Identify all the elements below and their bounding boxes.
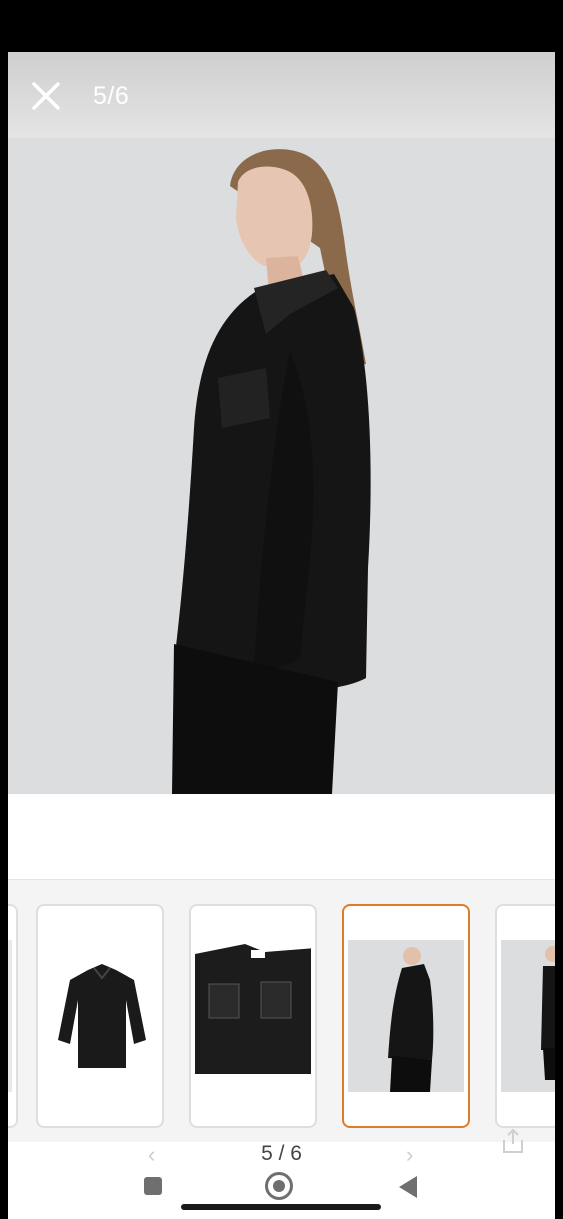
- system-navigation-bar: [8, 1162, 555, 1219]
- thumbnail-5-active[interactable]: [342, 904, 470, 1128]
- viewer-header: 5/6: [8, 52, 555, 138]
- thumbnail-image: [501, 940, 555, 1092]
- status-bar: [0, 0, 563, 52]
- close-button[interactable]: [26, 76, 66, 116]
- product-photo[interactable]: [8, 138, 555, 794]
- model-front-thumbnail-icon: [501, 940, 555, 1092]
- thumbnail-6[interactable]: [495, 904, 555, 1128]
- back-icon[interactable]: [399, 1176, 417, 1198]
- recents-icon[interactable]: [144, 1177, 162, 1195]
- thumbnail-2[interactable]: [189, 904, 317, 1128]
- thumbnail-image: [195, 924, 311, 1100]
- share-icon[interactable]: [498, 1126, 528, 1156]
- model-photo-illustration: [8, 138, 555, 794]
- home-icon[interactable]: [265, 1172, 293, 1200]
- close-icon: [32, 82, 60, 110]
- model-side-thumbnail-icon: [348, 940, 464, 1092]
- thumbnail-image: [348, 940, 464, 1092]
- shirt-pocket-closeup-icon: [195, 924, 311, 1100]
- gesture-pill[interactable]: [181, 1204, 381, 1210]
- thumbnail-4[interactable]: [8, 904, 18, 1128]
- thumbnail-1[interactable]: [36, 904, 164, 1128]
- thumbnail-strip[interactable]: [8, 880, 555, 1142]
- thumbnail-image: [8, 940, 12, 1092]
- gallery-viewer: 5/6 ‹ 5 / 6 ›: [8, 52, 555, 1219]
- thumbnail-image: [42, 940, 158, 1092]
- image-counter: 5/6: [93, 82, 130, 110]
- shirt-flatlay-icon: [42, 940, 158, 1092]
